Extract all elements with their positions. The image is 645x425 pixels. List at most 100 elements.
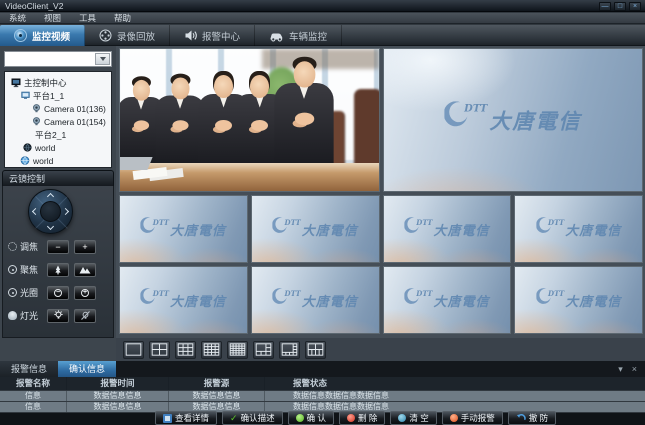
layout-16-button[interactable] <box>201 341 222 359</box>
confirm-button[interactable]: 确 认 <box>288 411 334 425</box>
brand-name: 大唐電信 <box>302 220 358 239</box>
col-alarm-time: 报警时间 <box>67 377 169 390</box>
brand-name: 大唐電信 <box>433 291 489 310</box>
video-tile-8[interactable]: DTT 大唐電信 <box>251 266 380 334</box>
tab-live-monitor[interactable]: 监控视频 <box>0 25 85 46</box>
eye-icon <box>14 29 27 42</box>
brand-name: 大唐電信 <box>565 291 621 310</box>
menu-help[interactable]: 帮助 <box>105 13 140 24</box>
alarm-action-bar: 查看详情 ✓ 确认描述 确 认 删 除 清 空 手动报警 <box>0 413 645 425</box>
menu-system[interactable]: 系统 <box>0 13 35 24</box>
datang-watermark: DTT 大唐電信 <box>272 217 357 239</box>
manual-alarm-icon <box>450 414 458 422</box>
ptz-left-button[interactable] <box>32 208 39 215</box>
focus-near-button[interactable] <box>47 263 69 277</box>
chevron-down-icon <box>100 57 106 61</box>
datang-watermark: DTT 大唐電信 <box>272 288 357 310</box>
close-button[interactable]: × <box>629 2 641 11</box>
video-tile-2[interactable]: DTT 大唐電信 <box>383 48 644 192</box>
ptz-up-button[interactable] <box>47 193 54 200</box>
tree-item-control-center[interactable]: 主控制中心 <box>11 76 111 89</box>
menu-tools[interactable]: 工具 <box>70 13 105 24</box>
clear-button[interactable]: 清 空 <box>390 411 436 425</box>
tree-label: 主控制中心 <box>24 77 67 89</box>
cell-alarm-time: 数据信息信息 <box>67 402 169 412</box>
close-panel-icon[interactable]: × <box>632 364 637 374</box>
col-alarm-status: 报警状态 <box>265 377 645 390</box>
video-tile-6[interactable]: DTT 大唐電信 <box>514 195 643 263</box>
ptz-joystick[interactable] <box>28 189 73 234</box>
crescent-logo-icon <box>444 101 468 132</box>
nav-toolbar: 监控视频 录像回放 报警中心 车辆监控 <box>0 25 645 46</box>
speaker-icon <box>184 29 197 42</box>
ptz-down-button[interactable] <box>47 223 54 230</box>
brand-name: 大唐電信 <box>302 291 358 310</box>
minimize-button[interactable]: — <box>599 2 611 11</box>
ptz-right-button[interactable] <box>62 208 69 215</box>
light-off-button[interactable] <box>74 309 96 323</box>
iris-open-button[interactable]: + <box>74 286 96 300</box>
collapse-panel-icon[interactable]: ▾ <box>618 364 623 375</box>
layout-8-button[interactable] <box>279 341 300 359</box>
tree-label: Camera 01(136) <box>44 104 106 114</box>
datang-watermark: DTT 大唐電信 <box>404 288 489 310</box>
tab-vehicle-monitor[interactable]: 车辆监控 <box>255 25 342 46</box>
video-tile-3[interactable]: DTT 大唐電信 <box>119 195 248 263</box>
tree-item-world-1[interactable]: world <box>23 141 111 154</box>
film-icon <box>99 29 112 42</box>
laptop <box>119 157 153 170</box>
details-icon <box>163 414 172 423</box>
tree-item-platform-1[interactable]: 平台1_1 <box>21 89 111 102</box>
video-wall: DTT 大唐電信 DTT 大唐電信 DTT 大唐電信 <box>116 46 645 338</box>
tab-alarm-info[interactable]: 报警信息 <box>0 361 58 377</box>
zoom-out-button[interactable]: − <box>47 240 69 254</box>
action-label: 查看详情 <box>175 412 209 424</box>
maximize-button[interactable]: □ <box>614 2 626 11</box>
layout-4-icon <box>151 343 168 356</box>
iris-ring-icon <box>8 288 17 297</box>
focus-far-button[interactable] <box>74 263 96 277</box>
video-tile-5[interactable]: DTT 大唐電信 <box>383 195 512 263</box>
video-tile-main[interactable] <box>119 48 380 192</box>
tab-confirm-info[interactable]: 确认信息 <box>58 361 116 377</box>
dropdown-arrow-button[interactable] <box>95 53 110 65</box>
tab-playback[interactable]: 录像回放 <box>85 25 170 46</box>
manual-alarm-button[interactable]: 手动报警 <box>442 411 503 425</box>
layout-6-button[interactable] <box>253 341 274 359</box>
layout-4-button[interactable] <box>149 341 170 359</box>
light-label: 灯光 <box>20 309 42 322</box>
device-filter-dropdown[interactable] <box>4 51 112 67</box>
tree-item-camera-154[interactable]: Camera 01(154) <box>32 115 111 128</box>
window-title: VideoClient_V2 <box>5 1 63 11</box>
video-tile-10[interactable]: DTT 大唐電信 <box>514 266 643 334</box>
mountain-far-icon <box>79 265 91 274</box>
video-tile-4[interactable]: DTT 大唐電信 <box>251 195 380 263</box>
layout-1-button[interactable] <box>123 341 144 359</box>
video-tile-9[interactable]: DTT 大唐電信 <box>383 266 512 334</box>
crescent-logo-icon <box>272 288 287 310</box>
ptz-zoom-row: 调焦 − + <box>8 239 96 254</box>
menu-view[interactable]: 视图 <box>35 13 70 24</box>
zoom-label: 调焦 <box>20 240 42 253</box>
tree-item-world-2[interactable]: world <box>20 154 111 167</box>
video-tile-7[interactable]: DTT 大唐電信 <box>119 266 248 334</box>
layout-25-button[interactable] <box>227 341 248 359</box>
tree-item-camera-136[interactable]: Camera 01(136) <box>32 102 111 115</box>
tree-item-platform-2[interactable]: 平台2_1 <box>35 128 111 141</box>
confirm-description-button[interactable]: ✓ 确认描述 <box>222 411 283 425</box>
layout-10-button[interactable] <box>305 341 326 359</box>
view-details-button[interactable]: 查看详情 <box>155 411 217 425</box>
tab-alarm-center[interactable]: 报警中心 <box>170 25 255 46</box>
iris-close-button[interactable]: − <box>47 286 69 300</box>
zoom-in-button[interactable]: + <box>74 240 96 254</box>
light-on-button[interactable] <box>47 309 69 323</box>
ptz-center-knob[interactable] <box>40 201 61 222</box>
action-label: 清 空 <box>409 412 428 424</box>
delete-button[interactable]: 删 除 <box>339 411 385 425</box>
alarm-table-row[interactable]: 信息 数据信息信息 数据信息信息 数据信息数据信息数据信息 <box>0 391 645 401</box>
disarm-button[interactable]: 撤 防 <box>508 411 556 425</box>
layout-10-icon <box>307 343 324 356</box>
brand-name: 大唐電信 <box>489 105 581 135</box>
layout-9-button[interactable] <box>175 341 196 359</box>
tree-label: world <box>35 143 55 153</box>
